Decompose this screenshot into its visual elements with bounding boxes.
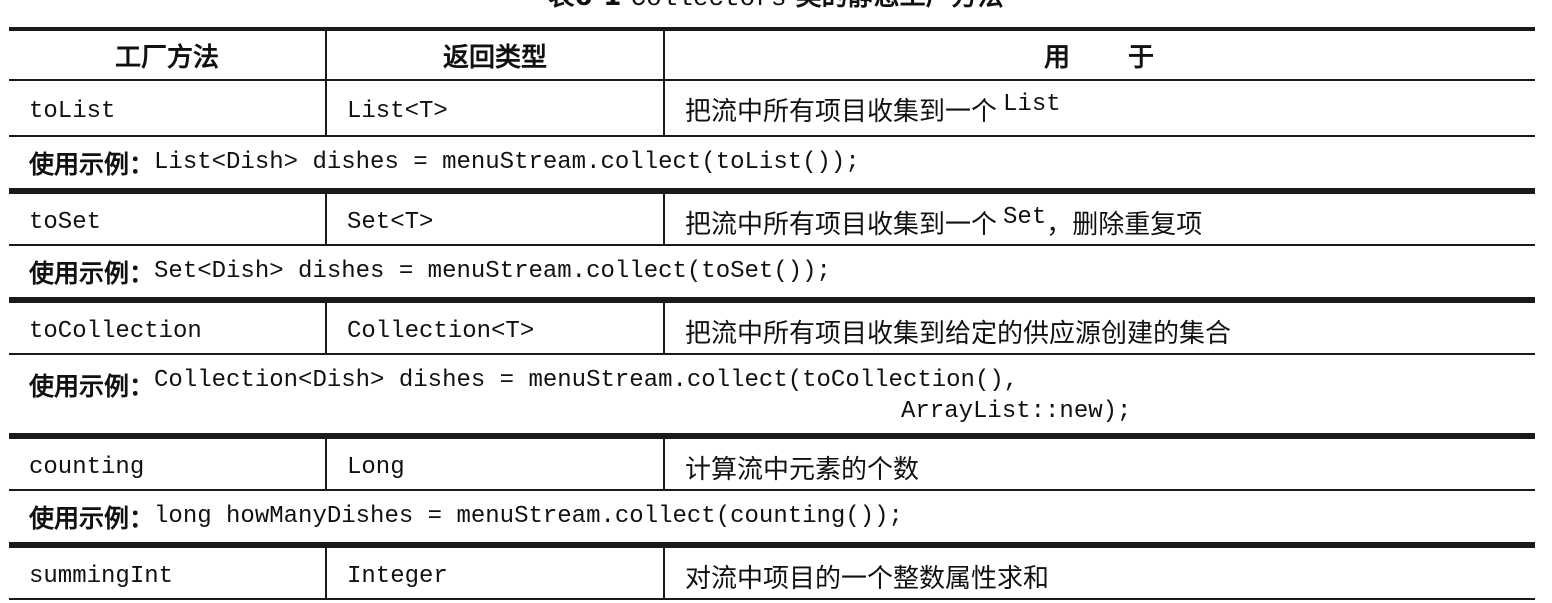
table-row: toList List<T> 把流中所有项目收集到一个 List: [9, 81, 1535, 137]
example-row: 使用示例： Set<Dish> dishes = menuStream.coll…: [9, 246, 1535, 299]
return-type-cell: Long: [325, 439, 663, 489]
title-prefix: 表6-1: [548, 0, 621, 12]
description-text: 计算流中元素的个数: [685, 455, 920, 485]
table-row: summingInt Integer 对流中项目的一个整数属性求和: [9, 544, 1535, 600]
example-row: 使用示例： List<Dish> dishes = menuStream.col…: [9, 137, 1535, 190]
description-cell: 把流中所有项目收集到一个 List: [663, 81, 1535, 135]
description-cell: 计算流中元素的个数: [663, 439, 1535, 489]
factory-method-cell: toCollection: [29, 317, 202, 345]
description-cell: 对流中项目的一个整数属性求和: [663, 548, 1535, 598]
example-label: 使用示例：: [29, 503, 155, 533]
description-text: 把流中所有项目收集到给定的供应源创建的集合: [685, 319, 1232, 349]
example-code-continuation: ArrayList::new);: [901, 398, 1132, 425]
factory-method-cell: counting: [29, 453, 145, 481]
description-code: Set: [1003, 204, 1047, 231]
collectors-table: 工厂方法 返回类型 用 于 toList List<T> 把流中所有项目收集到一…: [9, 27, 1535, 600]
return-type-cell: Collection<T>: [325, 303, 663, 353]
factory-method-cell: toList: [29, 97, 116, 125]
example-code: long howManyDishes = menuStream.collect(…: [154, 503, 903, 530]
example-row: 使用示例： Collection<Dish> dishes = menuStre…: [9, 355, 1535, 435]
description-text: 对流中项目的一个整数属性求和: [685, 564, 1050, 594]
description-cell: 把流中所有项目收集到一个 Set ，删除重复项: [663, 194, 1535, 244]
table-row: counting Long 计算流中元素的个数: [9, 435, 1535, 491]
header-usage: 用 于: [663, 31, 1535, 79]
example-label: 使用示例：: [29, 149, 155, 179]
table-header-row: 工厂方法 返回类型 用 于: [9, 27, 1535, 81]
example-label: 使用示例：: [29, 258, 155, 288]
return-type-cell: List<T>: [325, 81, 663, 135]
page-title: 表6-1 Collectors 类的静态工厂方法: [0, 0, 1552, 14]
factory-method-cell: summingInt: [29, 562, 174, 590]
table-row: toCollection Collection<T> 把流中所有项目收集到给定的…: [9, 299, 1535, 355]
example-code: Set<Dish> dishes = menuStream.collect(to…: [154, 258, 831, 285]
header-return-type: 返回类型: [325, 31, 663, 79]
description-text: 把流中所有项目收集到一个: [685, 210, 998, 240]
description-cell: 把流中所有项目收集到给定的供应源创建的集合: [663, 303, 1535, 353]
example-row: 使用示例： long howManyDishes = menuStream.co…: [9, 491, 1535, 544]
header-factory-method: 工厂方法: [114, 42, 219, 73]
example-code: Collection<Dish> dishes = menuStream.col…: [154, 367, 1019, 394]
factory-method-cell: toSet: [29, 208, 102, 236]
title-suffix: 类的静态工厂方法: [796, 0, 1004, 12]
return-type-cell: Integer: [325, 548, 663, 598]
example-code: List<Dish> dishes = menuStream.collect(t…: [154, 149, 860, 176]
example-label: 使用示例：: [29, 372, 155, 401]
return-type-cell: Set<T>: [325, 194, 663, 244]
description-text: 把流中所有项目收集到一个: [685, 97, 998, 127]
description-code: List: [1003, 91, 1061, 118]
table-row: toSet Set<T> 把流中所有项目收集到一个 Set ，删除重复项: [9, 190, 1535, 246]
description-suffix: ，删除重复项: [1046, 210, 1203, 240]
page-title-clip: 表6-1 Collectors 类的静态工厂方法: [0, 0, 1552, 14]
title-code: Collectors: [630, 0, 786, 13]
